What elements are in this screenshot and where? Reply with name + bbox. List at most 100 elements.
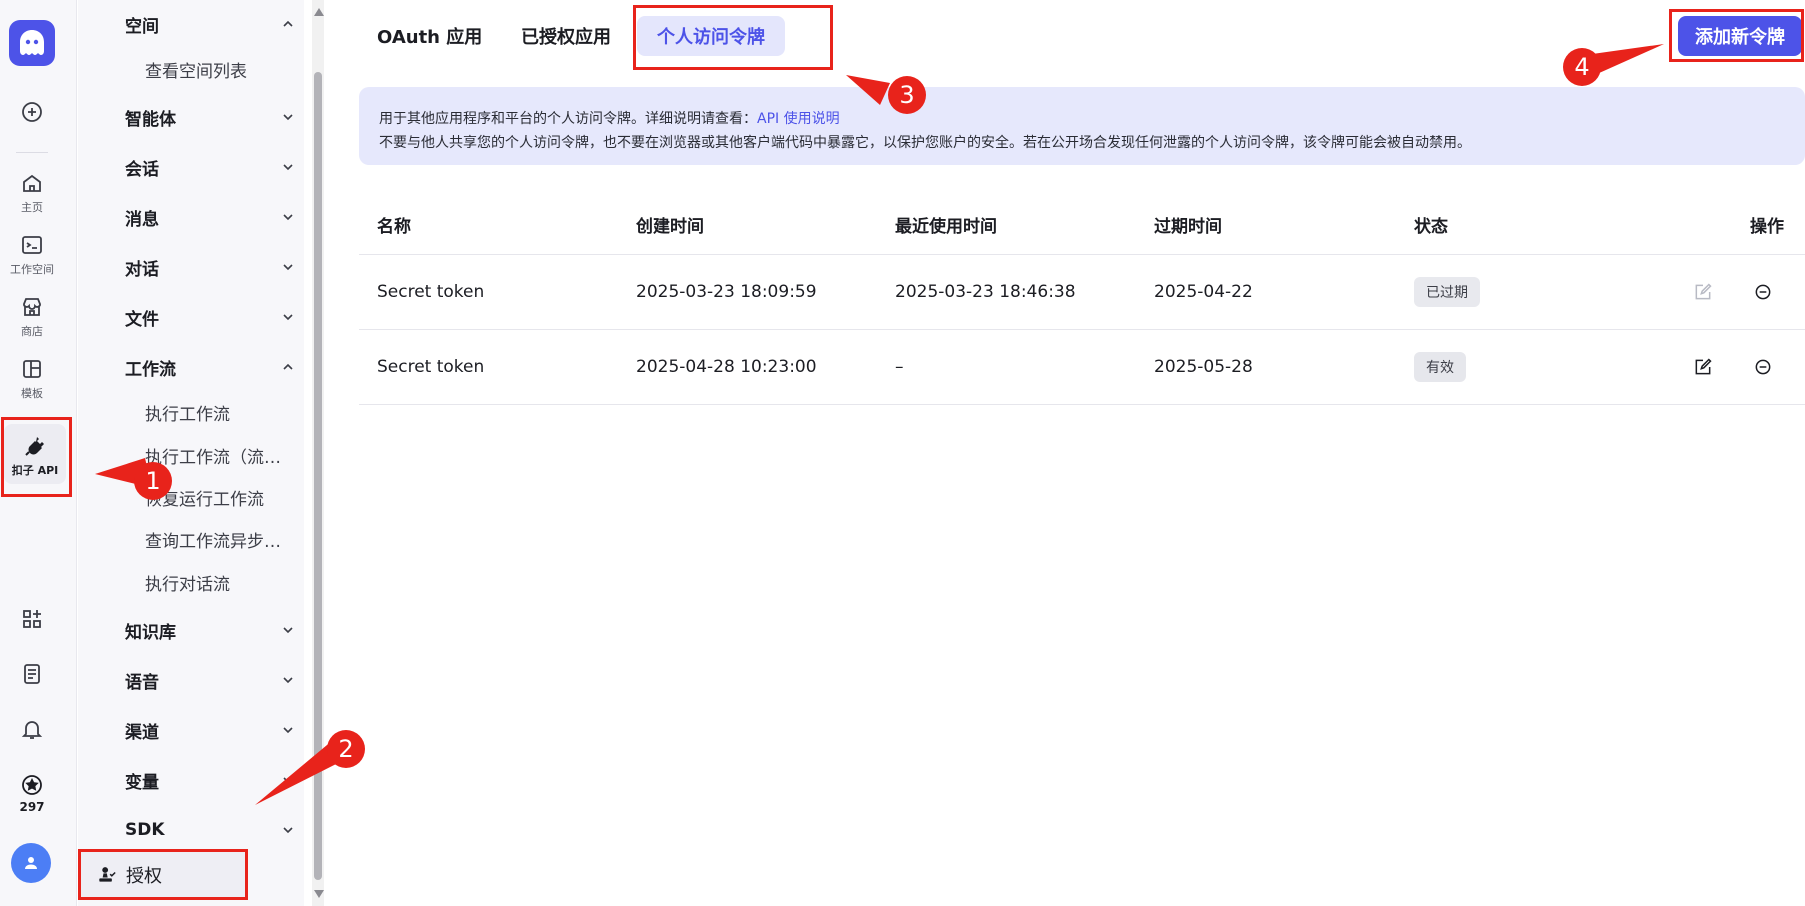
apps-icon <box>23 610 41 628</box>
chevron-down-icon <box>283 314 293 321</box>
delete-token-button[interactable] <box>1753 330 1773 404</box>
edit-icon <box>1695 358 1712 375</box>
chevron-up-icon <box>283 20 293 27</box>
chevron-down-icon <box>283 164 293 171</box>
nav-group-agent[interactable]: 智能体 <box>125 104 295 130</box>
terminal-icon <box>22 236 42 254</box>
nav-item-run-workflow[interactable]: 执行工作流 <box>145 400 295 425</box>
rail-home[interactable]: 主页 <box>0 171 64 215</box>
nav-group-label: 智能体 <box>125 109 176 130</box>
rail-label-store: 商店 <box>21 325 43 338</box>
chevron-down-icon <box>283 264 293 271</box>
rail-templates[interactable]: 模板 <box>0 357 64 401</box>
user-avatar[interactable] <box>11 843 51 883</box>
nav-item-space-list[interactable]: 查看空间列表 <box>145 57 295 82</box>
info-text: 用于其他应用程序和平台的个人访问令牌。详细说明请查看： <box>379 111 757 127</box>
delete-token-button[interactable] <box>1753 255 1773 329</box>
rail-docs[interactable] <box>0 662 64 686</box>
annotation-marker-4: 4 <box>1563 48 1601 86</box>
nav-group-knowledge[interactable]: 知识库 <box>125 617 295 643</box>
remove-circle-icon <box>1755 359 1771 375</box>
edit-token-button[interactable] <box>1693 330 1713 404</box>
chevron-down-icon <box>283 827 293 834</box>
main-content: OAuth 应用 已授权应用 个人访问令牌 添加新令牌 用于其他应用程序和平台的… <box>325 0 1805 906</box>
rail-workspace[interactable]: 工作空间 <box>0 233 64 277</box>
annotation-box-2 <box>78 849 248 900</box>
api-docs-link[interactable]: API 使用说明 <box>757 111 840 127</box>
coze-logo-icon[interactable] <box>9 20 55 66</box>
rail-store[interactable]: 商店 <box>0 295 64 339</box>
nav-group-label: 语音 <box>125 672 159 693</box>
annotation-marker-3: 3 <box>888 76 926 114</box>
user-avatar-icon <box>25 857 37 869</box>
nav-group-label: 文件 <box>125 309 159 330</box>
edit-icon <box>1695 283 1712 300</box>
nav-group-label: 渠道 <box>125 722 159 743</box>
status-badge: 有效 <box>1414 352 1466 382</box>
rail-divider <box>16 152 48 153</box>
nav-group-label: 工作流 <box>125 359 176 380</box>
status-badge: 已过期 <box>1414 277 1480 307</box>
rail-create[interactable] <box>0 100 64 124</box>
token-status: 有效 <box>1414 330 1466 404</box>
rail-label-templates: 模板 <box>21 387 43 400</box>
table-row: Secret token 2025-03-23 18:09:59 2025-03… <box>359 255 1805 330</box>
info-line-2: 不要与他人共享您的个人访问令牌，也不要在浏览器或其他客户端代码中暴露它，以保护您… <box>379 135 1471 151</box>
token-table: 名称 创建时间 最近使用时间 过期时间 状态 操作 Secret token 2… <box>359 195 1805 405</box>
edit-token-button[interactable] <box>1693 255 1713 329</box>
nav-item-run-chatflow[interactable]: 执行对话流 <box>145 570 295 595</box>
rail-credits[interactable]: 297 <box>0 773 64 814</box>
nav-group-label: 对话 <box>125 259 159 280</box>
column-header-last-used: 最近使用时间 <box>895 217 997 237</box>
annotation-box-4 <box>1669 9 1804 62</box>
nav-group-chat[interactable]: 对话 <box>125 254 295 280</box>
app-window: 主页 工作空间 商店 模板 扣子 API 297 空间 查看空间列表 智能体 会… <box>0 0 1805 906</box>
info-banner: 用于其他应用程序和平台的个人访问令牌。详细说明请查看：API 使用说明 不要与他… <box>359 87 1805 165</box>
token-expires: 2025-04-22 <box>1154 282 1253 302</box>
nav-group-label: 知识库 <box>125 622 176 643</box>
nav-group-workflow[interactable]: 工作流 <box>125 354 295 380</box>
chevron-down-icon <box>283 627 293 634</box>
chevron-down-icon <box>283 727 293 734</box>
nav-scrollbar[interactable] <box>312 0 324 906</box>
nav-group-file[interactable]: 文件 <box>125 304 295 330</box>
nav-item-run-workflow-stream[interactable]: 执行工作流（流式响应） <box>145 443 295 468</box>
nav-group-message[interactable]: 消息 <box>125 204 295 230</box>
nav-group-variable[interactable]: 变量 <box>125 767 295 793</box>
token-last-used: 2025-03-23 18:46:38 <box>895 282 1076 302</box>
scroll-up-arrow-icon[interactable] <box>314 8 324 16</box>
tab-authorized-apps[interactable]: 已授权应用 <box>501 16 631 56</box>
column-header-created: 创建时间 <box>636 217 704 237</box>
credit-count: 297 <box>19 800 45 814</box>
scroll-down-arrow-icon[interactable] <box>314 890 324 898</box>
rail-notifications[interactable] <box>0 717 64 741</box>
nav-item-query-workflow-async[interactable]: 查询工作流异步执行结果 <box>145 527 295 552</box>
token-last-used: – <box>895 357 904 377</box>
nav-group-label: 变量 <box>125 772 159 793</box>
layout-icon <box>23 360 41 378</box>
remove-circle-icon <box>1755 284 1771 300</box>
table-row: Secret token 2025-04-28 10:23:00 – 2025-… <box>359 330 1805 405</box>
annotation-box-3 <box>633 5 833 70</box>
scroll-thumb[interactable] <box>314 72 322 880</box>
nav-group-space[interactable]: 空间 <box>125 11 295 37</box>
api-nav-panel: 空间 查看空间列表 智能体 会话 消息 对话 文件 工作流 执行工作流 执行工作… <box>78 0 304 906</box>
nav-group-label: 空间 <box>125 16 159 37</box>
annotation-marker-2: 2 <box>327 730 365 768</box>
rail-label-home: 主页 <box>21 201 43 214</box>
info-line-1: 用于其他应用程序和平台的个人访问令牌。详细说明请查看：API 使用说明 <box>379 107 1785 131</box>
nav-group-voice[interactable]: 语音 <box>125 667 295 693</box>
annotation-marker-1: 1 <box>134 462 172 500</box>
column-header-actions: 操作 <box>1750 217 1784 237</box>
nav-group-conversation[interactable]: 会话 <box>125 154 295 180</box>
nav-group-label: 会话 <box>125 159 159 180</box>
rail-apps[interactable] <box>0 607 64 631</box>
home-icon <box>23 174 41 192</box>
nav-group-sdk[interactable]: SDK <box>125 817 295 843</box>
tab-oauth-apps[interactable]: OAuth 应用 <box>357 16 502 56</box>
column-header-expires: 过期时间 <box>1154 217 1222 237</box>
nav-group-channel[interactable]: 渠道 <box>125 717 295 743</box>
document-icon <box>24 664 40 684</box>
chevron-down-icon <box>283 114 293 121</box>
token-created: 2025-04-28 10:23:00 <box>636 357 817 377</box>
